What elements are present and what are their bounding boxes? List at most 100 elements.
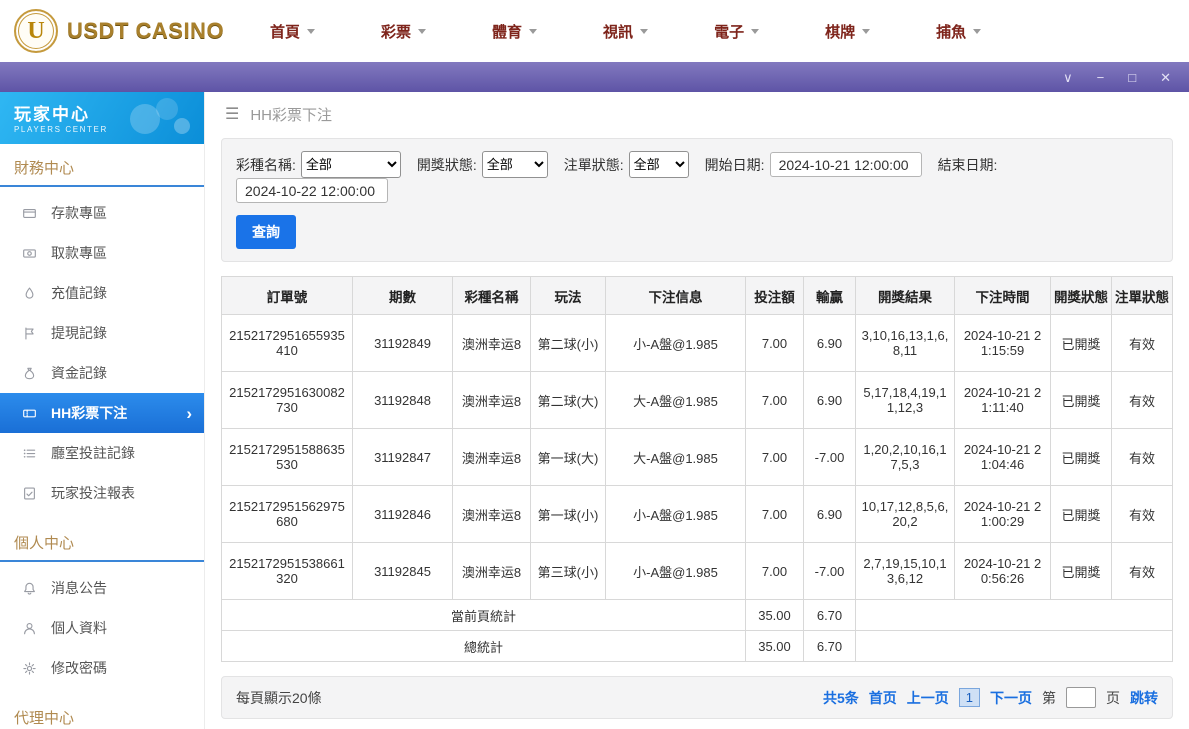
lottery-select[interactable]: 全部 [301, 151, 401, 178]
cell-order-no: 2152172951630082730 [222, 372, 353, 429]
end-date-input[interactable] [236, 178, 388, 203]
section-label-finance: 財務中心 [0, 144, 204, 187]
nav-label: 電子 [714, 21, 744, 42]
sidebar-item-recharge-record[interactable]: 充值記錄 [0, 273, 204, 313]
nav-item-fishing[interactable]: 捕魚 [936, 21, 981, 42]
nav-label: 捕魚 [936, 21, 966, 42]
sidebar-item-change-password[interactable]: 修改密碼 [0, 648, 204, 688]
order-status-select[interactable]: 全部 [629, 151, 689, 178]
cell-draw-status: 已開獎 [1051, 429, 1112, 486]
cell-play: 第三球(小) [531, 543, 606, 600]
link-prev-page[interactable]: 上一页 [907, 688, 949, 708]
usdt-casino-logo[interactable]: U USDT CASINO [0, 9, 240, 53]
bell-icon [22, 581, 37, 596]
cell-order-status: 有效 [1112, 372, 1173, 429]
cell-draw-status: 已開獎 [1051, 543, 1112, 600]
summary-amount: 35.00 [746, 600, 804, 631]
chevron-down-icon [418, 29, 426, 34]
cell-amount: 7.00 [746, 429, 804, 486]
minimize-icon[interactable]: − [1097, 71, 1105, 84]
nav-item-home[interactable]: 首頁 [270, 21, 315, 42]
banknote-icon [22, 246, 37, 261]
cell-lottery: 澳洲幸运8 [453, 543, 531, 600]
top-navbar: U USDT CASINO 首頁 彩票 體育 視訊 電子 棋牌 捕魚 [0, 0, 1189, 62]
cell-lottery: 澳洲幸运8 [453, 486, 531, 543]
cell-amount: 7.00 [746, 486, 804, 543]
sidebar-item-withdraw[interactable]: 取款專區 [0, 233, 204, 273]
cell-period: 31192846 [353, 486, 453, 543]
filter-panel: 彩種名稱: 全部 開獎狀態: 全部 注單狀態: 全部 開始日期: 結束日期: 查… [221, 138, 1173, 262]
cell-result: 10,17,12,8,5,6,20,2 [856, 486, 955, 543]
sidebar-item-label: 提現記錄 [51, 323, 107, 343]
droplet-icon [22, 286, 37, 301]
draw-status-select[interactable]: 全部 [482, 151, 548, 178]
chevron-down-icon [529, 29, 537, 34]
close-icon[interactable]: ✕ [1160, 71, 1171, 84]
order-status-label: 注單狀態: [564, 155, 624, 175]
main-nav: 首頁 彩票 體育 視訊 電子 棋牌 捕魚 [270, 21, 1189, 42]
table-row: 2152172951655935410 31192849 澳洲幸运8 第二球(小… [222, 315, 1173, 372]
col-header-order-no: 訂單號 [222, 277, 353, 315]
app-window: U USDT CASINO 首頁 彩票 體育 視訊 電子 棋牌 捕魚 ∨ − □… [0, 0, 1189, 729]
chevron-down-icon [640, 29, 648, 34]
cell-draw-status: 已開獎 [1051, 315, 1112, 372]
sidebar: 玩家中心 PLAYERS CENTER 財務中心 存款專區 取款專區 充值記錄 [0, 92, 205, 729]
cell-period: 31192845 [353, 543, 453, 600]
collapse-icon[interactable]: ∨ [1063, 71, 1073, 84]
cell-result: 2,7,19,15,10,13,6,12 [856, 543, 955, 600]
user-icon [22, 621, 37, 636]
nav-item-chess[interactable]: 棋牌 [825, 21, 870, 42]
sidebar-item-announcements[interactable]: 消息公告 [0, 568, 204, 608]
sidebar-item-hh-lottery-bets[interactable]: HH彩票下注 › [0, 393, 204, 433]
sidebar-item-label: 消息公告 [51, 578, 107, 598]
nav-item-slots[interactable]: 電子 [714, 21, 759, 42]
cell-lottery: 澳洲幸运8 [453, 372, 531, 429]
nav-item-live-video[interactable]: 視訊 [603, 21, 648, 42]
flag-icon [22, 326, 37, 341]
sidebar-item-withdraw-record[interactable]: 提現記錄 [0, 313, 204, 353]
menu-icon[interactable]: ☰ [225, 104, 239, 124]
nav-label: 視訊 [603, 21, 633, 42]
sidebar-item-label: 存款專區 [51, 203, 107, 223]
ticket-icon [22, 406, 37, 421]
sidebar-item-label: 修改密碼 [51, 658, 107, 678]
sidebar-item-profile[interactable]: 個人資料 [0, 608, 204, 648]
table-header-row: 訂單號 期數 彩種名稱 玩法 下注信息 投注額 輸贏 開獎結果 下注時間 開獎狀… [222, 277, 1173, 315]
cell-amount: 7.00 [746, 372, 804, 429]
jump-label-pre: 第 [1042, 688, 1056, 708]
sidebar-item-deposit[interactable]: 存款專區 [0, 193, 204, 233]
sidebar-item-hall-bet-records[interactable]: 廳室投註記錄 [0, 433, 204, 473]
cell-time: 2024-10-21 21:04:46 [955, 429, 1051, 486]
cell-draw-status: 已開獎 [1051, 486, 1112, 543]
search-button[interactable]: 查詢 [236, 215, 296, 249]
total-count-text: 共5条 [823, 688, 859, 708]
nav-item-sports[interactable]: 體育 [492, 21, 537, 42]
cell-result: 3,10,16,13,1,6,8,11 [856, 315, 955, 372]
cell-winloss: 6.90 [804, 372, 856, 429]
table-row: 2152172951630082730 31192848 澳洲幸运8 第二球(大… [222, 372, 1173, 429]
cell-play: 第二球(大) [531, 372, 606, 429]
page-jump-input[interactable] [1066, 687, 1096, 708]
sidebar-item-funds-record[interactable]: 資金記錄 [0, 353, 204, 393]
cell-bet-info: 小-A盤@1.985 [606, 543, 746, 600]
sidebar-item-label: 資金記錄 [51, 363, 107, 383]
link-first-page[interactable]: 首页 [869, 688, 897, 708]
chevron-right-icon: › [186, 405, 192, 422]
sidebar-item-player-bet-report[interactable]: 玩家投注報表 [0, 473, 204, 513]
maximize-icon[interactable]: □ [1128, 71, 1136, 84]
chevron-down-icon [307, 29, 315, 34]
cell-winloss: -7.00 [804, 429, 856, 486]
summary-empty [856, 631, 1173, 662]
cell-lottery: 澳洲幸运8 [453, 315, 531, 372]
nav-item-lottery[interactable]: 彩票 [381, 21, 426, 42]
total-summary-row: 總統計 35.00 6.70 [222, 631, 1173, 662]
link-next-page[interactable]: 下一页 [990, 688, 1032, 708]
cell-bet-info: 大-A盤@1.985 [606, 429, 746, 486]
summary-amount: 35.00 [746, 631, 804, 662]
page-size-text: 每頁顯示20條 [236, 688, 322, 708]
bets-table: 訂單號 期數 彩種名稱 玩法 下注信息 投注額 輸贏 開獎結果 下注時間 開獎狀… [221, 276, 1173, 662]
summary-winloss: 6.70 [804, 600, 856, 631]
breadcrumb: ☰ HH彩票下注 [205, 92, 1189, 136]
start-date-input[interactable] [770, 152, 922, 177]
jump-button[interactable]: 跳转 [1130, 688, 1158, 708]
